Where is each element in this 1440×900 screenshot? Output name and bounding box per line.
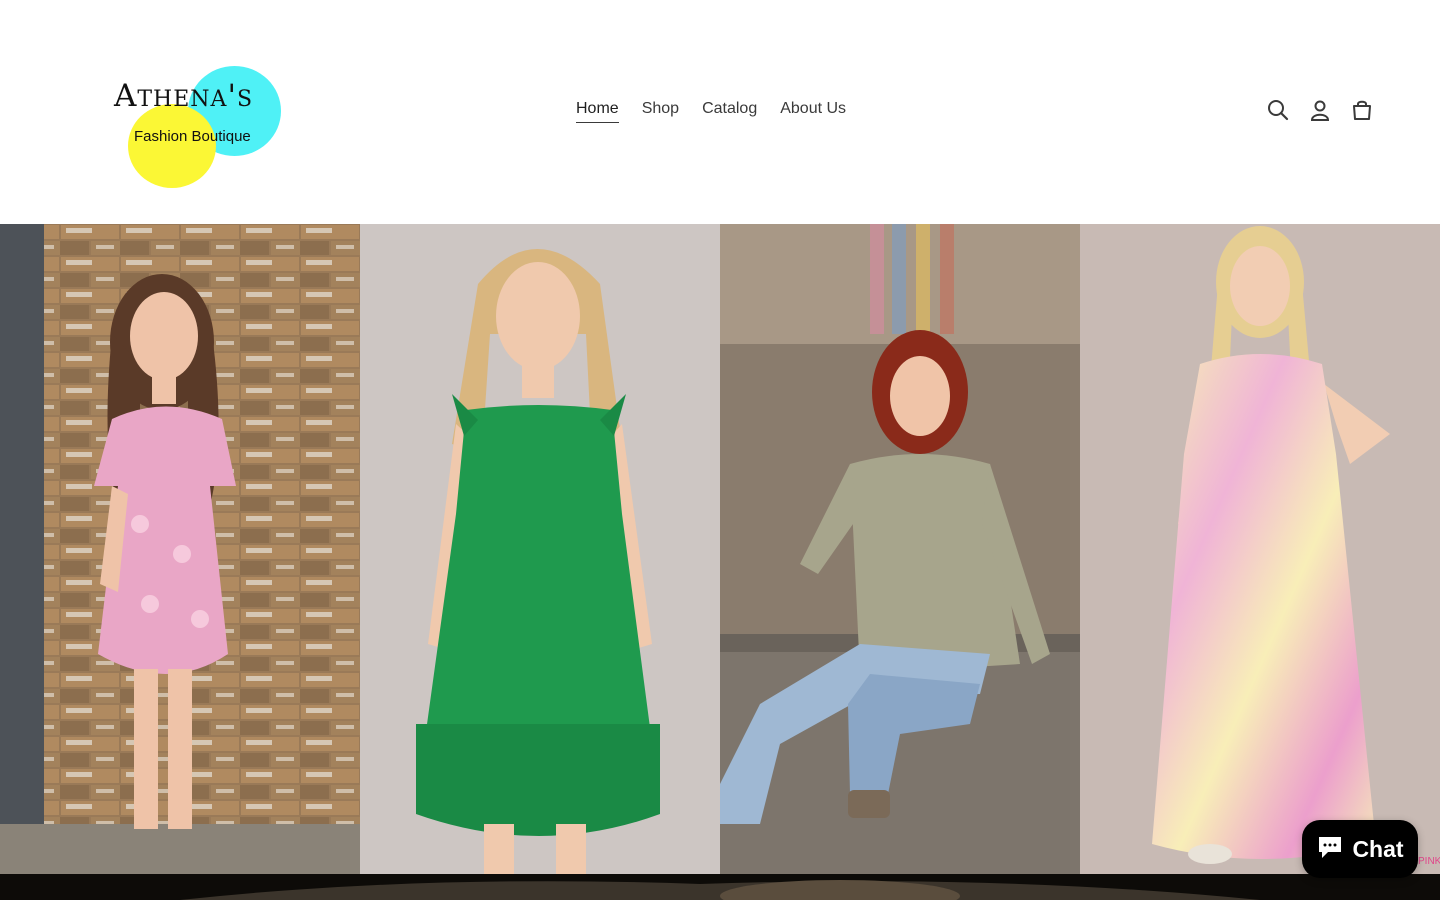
- store-logo[interactable]: Athena's Fashion Boutique: [112, 62, 284, 190]
- main-nav: Home Shop Catalog About Us: [576, 98, 846, 123]
- svg-text:PINK: PINK: [1418, 856, 1440, 867]
- account-icon[interactable]: [1308, 96, 1332, 124]
- chat-bubble-icon: [1316, 834, 1344, 865]
- sage-top-jeans-photo[interactable]: [720, 224, 1080, 874]
- logo-title: Athena's: [114, 78, 254, 114]
- pink-floral-dress-photo[interactable]: [0, 224, 360, 874]
- logo-yellow-circle: [128, 104, 216, 188]
- logo-subtitle: Fashion Boutique: [134, 128, 251, 145]
- nav-item-about-us[interactable]: About Us: [780, 98, 846, 123]
- site-header: Athena's Fashion Boutique Home Shop Cata…: [0, 0, 1440, 224]
- green-ruffle-dress-photo[interactable]: [360, 224, 720, 874]
- tie-dye-maxi-dress-photo[interactable]: PINK: [1080, 224, 1440, 874]
- chat-label: Chat: [1352, 835, 1404, 862]
- chat-button[interactable]: Chat: [1302, 820, 1418, 878]
- search-icon[interactable]: [1266, 96, 1290, 124]
- product-gallery: PINK: [0, 224, 1440, 874]
- nav-item-home[interactable]: Home: [576, 98, 619, 123]
- cart-icon[interactable]: [1350, 96, 1374, 124]
- hero-banner-preview: [0, 874, 1440, 900]
- nav-item-shop[interactable]: Shop: [642, 98, 679, 123]
- nav-item-catalog[interactable]: Catalog: [702, 98, 757, 123]
- header-icons: [1266, 96, 1374, 124]
